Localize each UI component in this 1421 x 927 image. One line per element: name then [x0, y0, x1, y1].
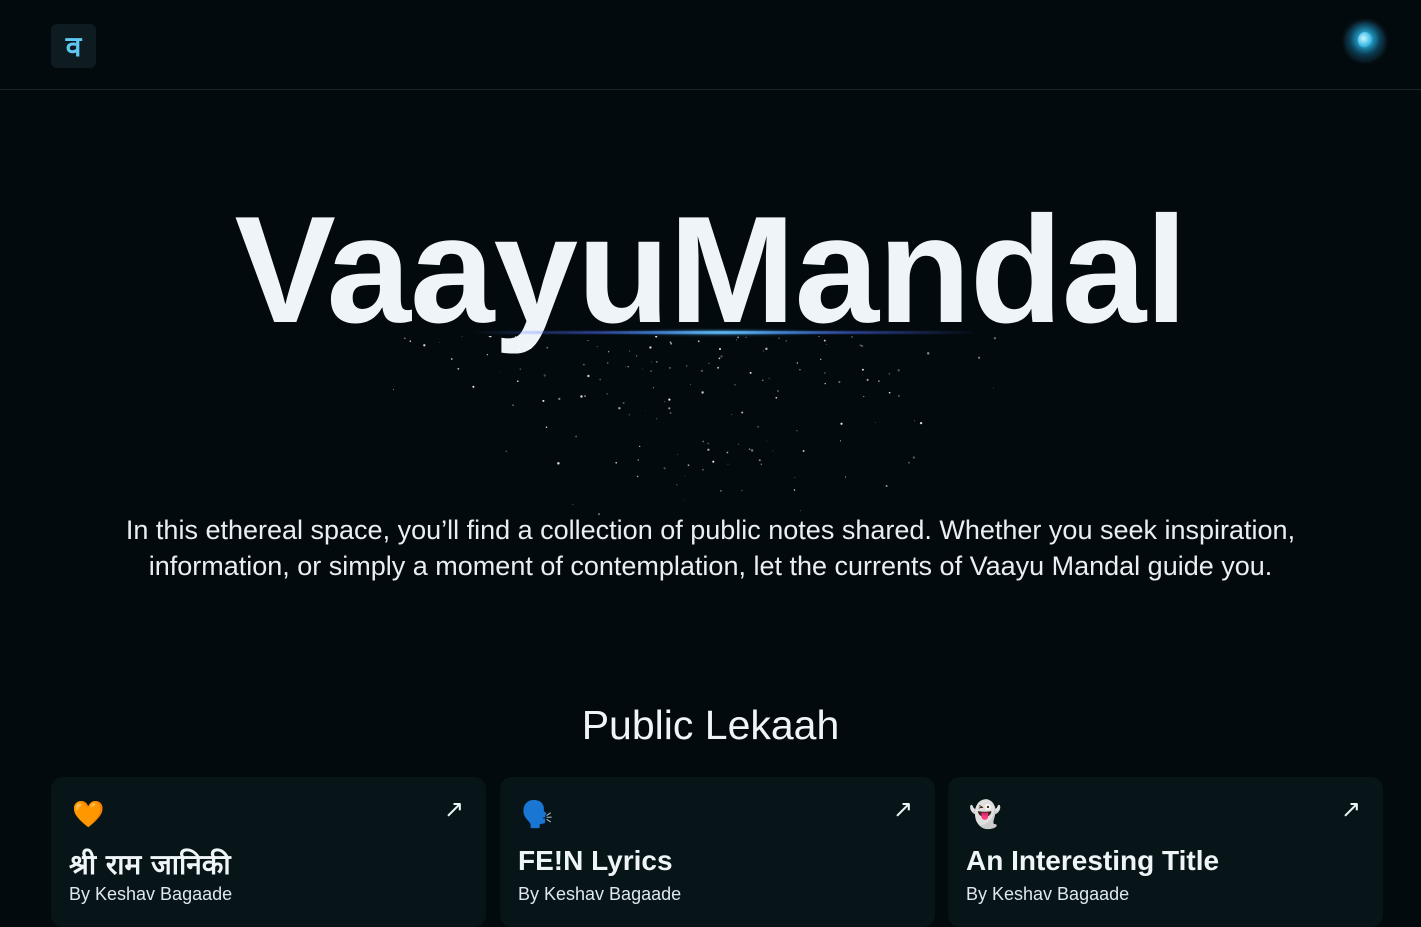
avatar[interactable] [1346, 22, 1384, 60]
note-card-title: An Interesting Title [966, 845, 1219, 877]
note-card-author: By Keshav Bagaade [69, 884, 232, 905]
section-title: Public Lekaah [0, 702, 1421, 749]
open-arrow-icon[interactable]: ↗ [893, 795, 913, 824]
note-card-author: By Keshav Bagaade [518, 884, 681, 905]
hero-tagline: In this ethereal space, you’ll find a co… [90, 512, 1331, 584]
note-card[interactable]: 🗣️ ↗ FE!N Lyrics By Keshav Bagaade [500, 777, 935, 927]
heart-icon: 🧡 [72, 799, 104, 829]
ghost-icon: 👻 [969, 799, 1001, 829]
note-card[interactable]: 🧡 ↗ श्री राम जानिकी By Keshav Bagaade [51, 777, 486, 927]
note-card-author: By Keshav Bagaade [966, 884, 1129, 905]
hero-glow-core [620, 330, 820, 335]
home-logo-button[interactable]: व [51, 24, 96, 68]
top-navbar: व [0, 0, 1421, 90]
note-card-title: FE!N Lyrics [518, 845, 673, 877]
speaking-head-icon: 🗣️ [521, 799, 553, 829]
open-arrow-icon[interactable]: ↗ [1341, 795, 1361, 824]
note-card[interactable]: 👻 ↗ An Interesting Title By Keshav Bagaa… [948, 777, 1383, 927]
logo-glyph: व [66, 27, 82, 65]
sparkles-decoration [380, 336, 1040, 516]
note-card-title: श्री राम जानिकी [69, 845, 231, 883]
open-arrow-icon[interactable]: ↗ [444, 795, 464, 824]
